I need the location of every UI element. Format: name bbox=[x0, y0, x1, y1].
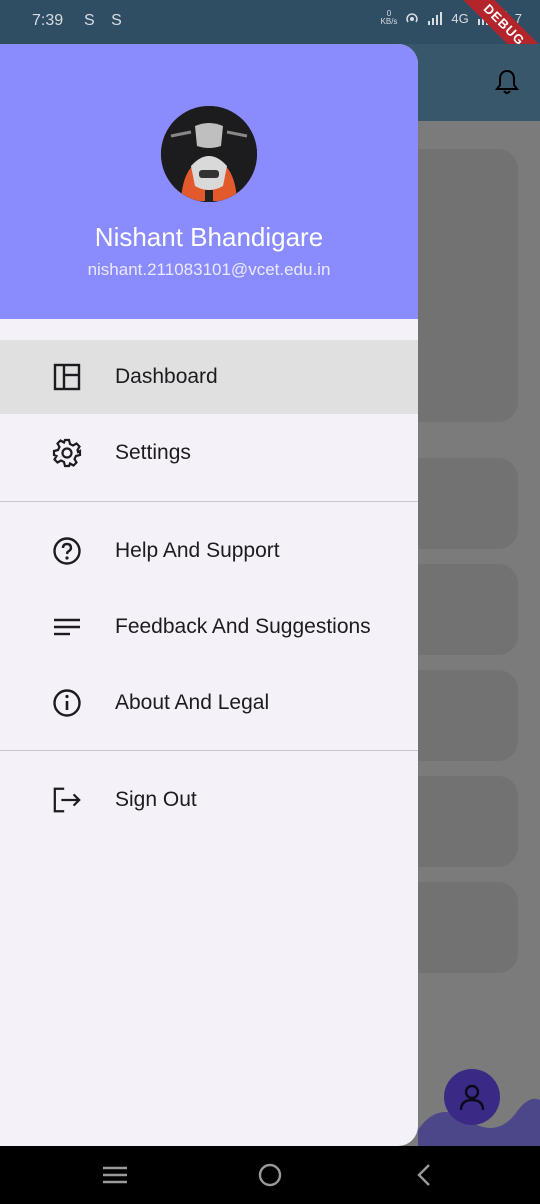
lines-icon bbox=[52, 612, 82, 642]
hotspot-icon bbox=[406, 13, 419, 23]
menu-item-sign-out[interactable]: Sign Out bbox=[0, 763, 418, 837]
network-speed: 0 KB/s bbox=[381, 10, 398, 26]
status-bar: 7:39 S S 0 KB/s 4G 7 bbox=[0, 0, 540, 44]
sim-icons: S S bbox=[84, 12, 128, 29]
logout-icon bbox=[52, 785, 82, 815]
navigation-drawer: Nishant Bhandigare nishant.211083101@vce… bbox=[0, 44, 418, 1146]
menu-item-label: Sign Out bbox=[115, 788, 197, 811]
menu-item-dashboard[interactable]: Dashboard bbox=[0, 340, 418, 414]
menu-item-label: Settings bbox=[115, 441, 191, 464]
motorcycle-photo bbox=[161, 106, 257, 202]
recent-apps-icon[interactable] bbox=[102, 1160, 128, 1190]
menu-item-label: Dashboard bbox=[115, 365, 218, 388]
status-time: 7:39 bbox=[32, 12, 64, 29]
divider bbox=[0, 501, 418, 502]
help-circle-icon bbox=[52, 536, 82, 566]
profile-fab[interactable] bbox=[444, 1069, 500, 1125]
menu-item-label: About And Legal bbox=[115, 691, 270, 714]
menu-item-settings[interactable]: Settings bbox=[0, 416, 418, 490]
home-icon[interactable] bbox=[257, 1160, 283, 1190]
info-icon bbox=[52, 688, 82, 718]
user-name: Nishant Bhandigare bbox=[94, 222, 324, 252]
menu-item-label: Feedback And Suggestions bbox=[115, 615, 371, 638]
back-icon[interactable] bbox=[414, 1160, 434, 1190]
dashboard-icon bbox=[52, 362, 82, 392]
gear-icon bbox=[52, 438, 82, 468]
network-type: 4G bbox=[451, 10, 469, 26]
drawer-header: Nishant Bhandigare nishant.211083101@vce… bbox=[0, 44, 418, 319]
user-email: nishant.211083101@vcet.edu.in bbox=[87, 260, 331, 279]
signal-icon bbox=[428, 12, 443, 25]
divider bbox=[0, 750, 418, 751]
menu-item-help-and-support[interactable]: Help And Support bbox=[0, 514, 418, 588]
avatar[interactable] bbox=[161, 106, 257, 202]
menu-item-feedback-and-suggestions[interactable]: Feedback And Suggestions bbox=[0, 590, 418, 664]
menu-item-label: Help And Support bbox=[115, 539, 280, 562]
network-speed-unit: KB/s bbox=[380, 17, 398, 26]
system-nav-bar bbox=[0, 1146, 540, 1204]
menu-item-about-and-legal[interactable]: About And Legal bbox=[0, 666, 418, 740]
person-icon bbox=[459, 1084, 485, 1111]
notification-bell-icon[interactable] bbox=[494, 68, 520, 96]
